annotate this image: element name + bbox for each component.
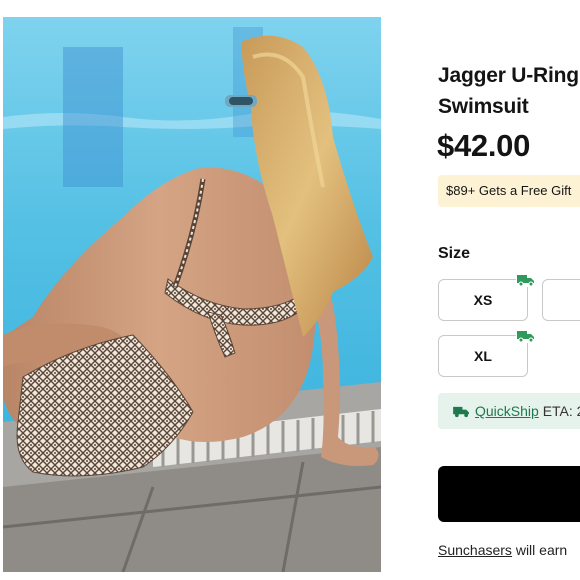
- quickship-link[interactable]: QuickShip: [475, 403, 539, 419]
- product-photo[interactable]: [3, 17, 381, 572]
- quickship-eta: ETA: 2: [538, 403, 580, 419]
- size-option-xl[interactable]: XL: [438, 329, 536, 377]
- product-title: Jagger U-Ring Swimsuit: [438, 60, 580, 122]
- product-title-line-1: Jagger U-Ring: [438, 64, 579, 87]
- truck-icon: [453, 406, 469, 417]
- product-title-line-2: Swimsuit: [438, 95, 529, 118]
- size-option-label: XS: [473, 292, 493, 308]
- sunchasers-rewards: Sunchasers will earn: [438, 542, 567, 558]
- size-option-2[interactable]: [542, 279, 580, 321]
- product-price: $42.00: [437, 128, 531, 163]
- product-photo-illustration: [3, 17, 381, 572]
- add-to-cart-button[interactable]: [438, 466, 580, 522]
- sunchasers-text: will earn: [511, 542, 568, 558]
- truck-icon: [516, 329, 536, 343]
- top-bar: [0, 0, 580, 17]
- promo-banner: $89+ Gets a Free Gift: [438, 175, 580, 207]
- sunchasers-link[interactable]: Sunchasers: [438, 542, 512, 558]
- size-option-xs[interactable]: XS: [438, 273, 536, 321]
- truck-icon: [516, 273, 536, 287]
- size-option-label: XL: [474, 348, 492, 364]
- quickship-banner: QuickShip ETA: 2: [438, 393, 580, 429]
- size-label: Size: [438, 245, 471, 262]
